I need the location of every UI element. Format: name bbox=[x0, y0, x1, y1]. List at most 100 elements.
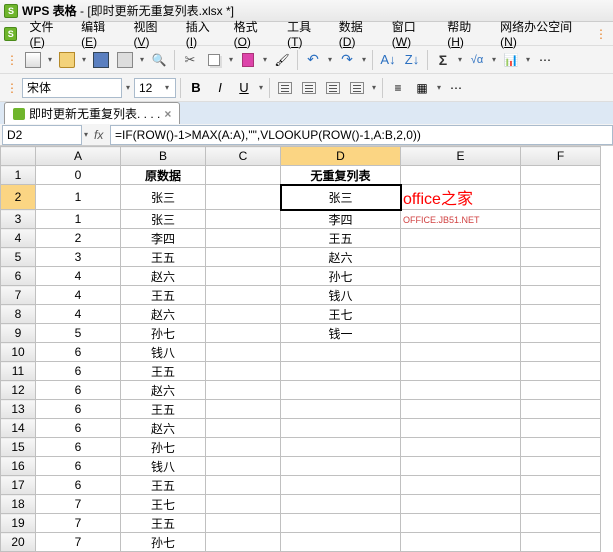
new-button[interactable] bbox=[22, 49, 44, 71]
name-box[interactable]: D2 bbox=[2, 125, 82, 145]
underline-button[interactable]: U bbox=[233, 77, 255, 99]
row-header[interactable]: 12 bbox=[1, 381, 36, 400]
cell[interactable] bbox=[521, 457, 601, 476]
cell[interactable] bbox=[401, 476, 521, 495]
print-drop-icon[interactable]: ▾ bbox=[138, 55, 146, 64]
sort-asc-button[interactable]: A↓ bbox=[377, 49, 399, 71]
cell[interactable] bbox=[206, 457, 281, 476]
cell[interactable] bbox=[401, 362, 521, 381]
row-header[interactable]: 10 bbox=[1, 343, 36, 362]
col-header-f[interactable]: F bbox=[521, 147, 601, 166]
cell[interactable] bbox=[401, 438, 521, 457]
size-select[interactable]: 12▾ bbox=[134, 78, 176, 98]
cell[interactable] bbox=[281, 381, 401, 400]
cell[interactable]: 6 bbox=[36, 381, 121, 400]
menu-tools[interactable]: 工具(T) bbox=[281, 16, 331, 51]
menu-app-icon[interactable]: S bbox=[4, 27, 17, 41]
paste-button[interactable] bbox=[237, 49, 259, 71]
grip2-icon[interactable]: ⋮ bbox=[6, 81, 18, 95]
cell[interactable] bbox=[281, 419, 401, 438]
row-header[interactable]: 19 bbox=[1, 514, 36, 533]
cell[interactable]: 无重复列表 bbox=[281, 166, 401, 185]
select-all-corner[interactable] bbox=[1, 147, 36, 166]
cell[interactable] bbox=[206, 305, 281, 324]
cell[interactable] bbox=[521, 476, 601, 495]
cell[interactable] bbox=[206, 438, 281, 457]
new-drop-icon[interactable]: ▾ bbox=[46, 55, 54, 64]
cell[interactable]: 4 bbox=[36, 267, 121, 286]
cell[interactable] bbox=[281, 400, 401, 419]
menu-window[interactable]: 窗口(W) bbox=[386, 16, 439, 51]
row-header[interactable]: 17 bbox=[1, 476, 36, 495]
cell[interactable]: 王五 bbox=[121, 248, 206, 267]
cell[interactable]: 赵六 bbox=[121, 305, 206, 324]
cell[interactable] bbox=[206, 210, 281, 229]
cell[interactable]: 2 bbox=[36, 229, 121, 248]
cell[interactable]: 张三 bbox=[121, 210, 206, 229]
cell[interactable]: 6 bbox=[36, 362, 121, 381]
cell[interactable]: 0 bbox=[36, 166, 121, 185]
cell[interactable]: 赵六 bbox=[121, 381, 206, 400]
cell[interactable] bbox=[206, 419, 281, 438]
name-drop-icon[interactable]: ▾ bbox=[82, 130, 90, 139]
row-header[interactable]: 13 bbox=[1, 400, 36, 419]
sort-desc-button[interactable]: Z↓ bbox=[401, 49, 423, 71]
menu-file[interactable]: 文件(F) bbox=[23, 16, 73, 51]
cell[interactable]: 孙七 bbox=[121, 438, 206, 457]
menu-format[interactable]: 格式(O) bbox=[228, 16, 280, 51]
formula-input[interactable]: =IF(ROW()-1>MAX(A:A),"",VLOOKUP(ROW()-1,… bbox=[110, 125, 613, 145]
cell[interactable] bbox=[401, 343, 521, 362]
cell[interactable] bbox=[521, 267, 601, 286]
cell[interactable] bbox=[521, 514, 601, 533]
sum-drop-icon[interactable]: ▾ bbox=[456, 55, 464, 64]
close-tab-button[interactable]: × bbox=[164, 107, 171, 121]
cell[interactable]: 赵六 bbox=[121, 267, 206, 286]
row-header[interactable]: 8 bbox=[1, 305, 36, 324]
menu-data[interactable]: 数据(D) bbox=[333, 16, 384, 51]
cell[interactable]: 7 bbox=[36, 495, 121, 514]
row-header[interactable]: 6 bbox=[1, 267, 36, 286]
cell[interactable] bbox=[401, 286, 521, 305]
cell[interactable]: 原数据 bbox=[121, 166, 206, 185]
font-select[interactable]: 宋体 bbox=[22, 78, 122, 98]
cell[interactable] bbox=[521, 210, 601, 229]
equation-button[interactable]: √α bbox=[466, 49, 488, 71]
row-header[interactable]: 11 bbox=[1, 362, 36, 381]
autosum-button[interactable]: Σ bbox=[432, 49, 454, 71]
cell[interactable] bbox=[521, 381, 601, 400]
cell[interactable]: 赵六 bbox=[281, 248, 401, 267]
cell[interactable]: 6 bbox=[36, 438, 121, 457]
cell[interactable] bbox=[401, 514, 521, 533]
under-drop-icon[interactable]: ▾ bbox=[257, 83, 265, 92]
cell[interactable] bbox=[521, 229, 601, 248]
cell[interactable] bbox=[281, 438, 401, 457]
open-button[interactable] bbox=[56, 49, 78, 71]
cell[interactable] bbox=[206, 400, 281, 419]
cell[interactable] bbox=[206, 324, 281, 343]
border-button[interactable]: ▦ bbox=[411, 77, 433, 99]
cell[interactable] bbox=[401, 419, 521, 438]
cell[interactable]: 王五 bbox=[121, 476, 206, 495]
cell[interactable] bbox=[521, 286, 601, 305]
cell[interactable]: 孙七 bbox=[281, 267, 401, 286]
cell[interactable]: 李四 bbox=[281, 210, 401, 229]
cell[interactable] bbox=[401, 229, 521, 248]
cell[interactable] bbox=[206, 286, 281, 305]
grip-icon[interactable]: ⋮ bbox=[6, 53, 18, 67]
cell[interactable] bbox=[206, 267, 281, 286]
cell[interactable]: 王五 bbox=[121, 362, 206, 381]
menu-help[interactable]: 帮助(H) bbox=[441, 16, 492, 51]
row-header[interactable]: 7 bbox=[1, 286, 36, 305]
cut-button[interactable]: ✂ bbox=[179, 49, 201, 71]
cell[interactable]: 钱八 bbox=[281, 286, 401, 305]
cell[interactable] bbox=[281, 457, 401, 476]
cell[interactable]: 6 bbox=[36, 343, 121, 362]
cell[interactable]: 3 bbox=[36, 248, 121, 267]
row-header[interactable]: 18 bbox=[1, 495, 36, 514]
cell[interactable] bbox=[521, 185, 601, 210]
cell[interactable]: 5 bbox=[36, 324, 121, 343]
align-left-button[interactable] bbox=[274, 77, 296, 99]
row-header[interactable]: 1 bbox=[1, 166, 36, 185]
cell[interactable] bbox=[401, 248, 521, 267]
cell[interactable] bbox=[206, 362, 281, 381]
